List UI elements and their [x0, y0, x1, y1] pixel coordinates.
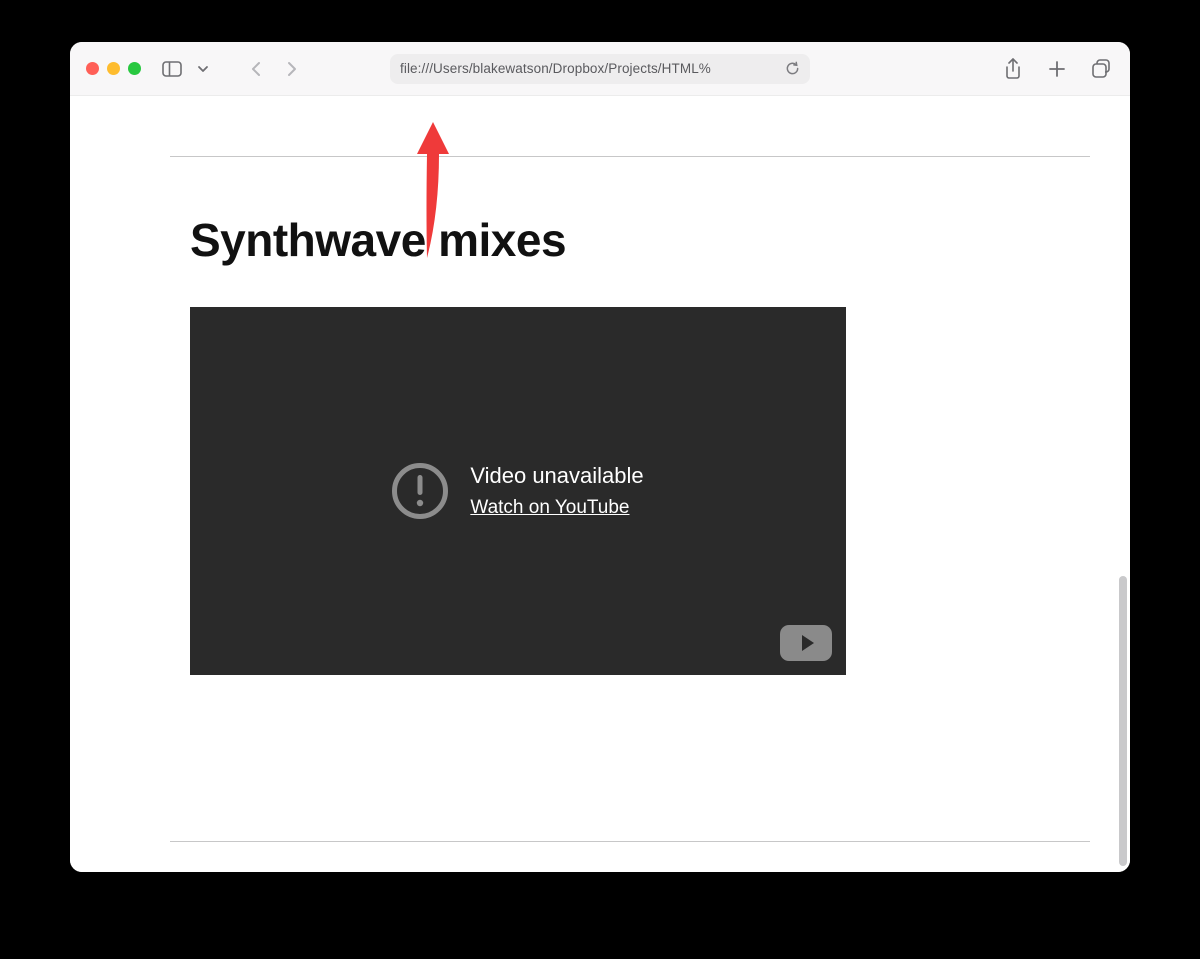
toolbar-dropdown-button[interactable]: [195, 56, 211, 82]
divider-bottom: [170, 841, 1090, 842]
reload-button[interactable]: [785, 61, 800, 76]
youtube-icon: [802, 635, 814, 651]
chevron-left-icon: [250, 60, 262, 78]
divider-top: [170, 156, 1090, 157]
youtube-logo-button[interactable]: [780, 625, 832, 661]
tab-overview-icon: [1091, 59, 1111, 79]
new-tab-button[interactable]: [1044, 56, 1070, 82]
tab-overview-button[interactable]: [1088, 56, 1114, 82]
scrollbar-thumb[interactable]: [1119, 576, 1127, 866]
share-button[interactable]: [1000, 56, 1026, 82]
page-content: Synthwave mixes Video unavailable Watch …: [170, 96, 1090, 872]
chevron-right-icon: [286, 60, 298, 78]
video-message-text: Video unavailable Watch on YouTube: [470, 463, 643, 519]
share-icon: [1004, 58, 1022, 80]
page-viewport: Synthwave mixes Video unavailable Watch …: [70, 96, 1130, 872]
plus-icon: [1048, 60, 1066, 78]
watch-on-youtube-link[interactable]: Watch on YouTube: [470, 497, 643, 519]
forward-button[interactable]: [279, 56, 305, 82]
browser-toolbar: file:///Users/blakewatson/Dropbox/Projec…: [70, 42, 1130, 96]
zoom-window-button[interactable]: [128, 62, 141, 75]
video-unavailable-title: Video unavailable: [470, 463, 643, 489]
sidebar-toggle-button[interactable]: [159, 56, 185, 82]
toolbar-right-group: [1000, 56, 1114, 82]
vertical-scrollbar[interactable]: [1119, 576, 1127, 866]
video-embed[interactable]: Video unavailable Watch on YouTube: [190, 307, 846, 675]
exclamation-icon: [392, 463, 448, 519]
sidebar-icon: [162, 61, 182, 77]
reload-icon: [785, 61, 800, 76]
chevron-down-icon: [197, 65, 209, 73]
page-heading: Synthwave mixes: [190, 213, 1090, 267]
browser-window: file:///Users/blakewatson/Dropbox/Projec…: [70, 42, 1130, 872]
address-bar[interactable]: file:///Users/blakewatson/Dropbox/Projec…: [390, 54, 810, 84]
address-url: file:///Users/blakewatson/Dropbox/Projec…: [400, 61, 777, 76]
close-window-button[interactable]: [86, 62, 99, 75]
minimize-window-button[interactable]: [107, 62, 120, 75]
window-controls: [86, 62, 141, 75]
back-button[interactable]: [243, 56, 269, 82]
video-unavailable-message: Video unavailable Watch on YouTube: [392, 463, 643, 519]
